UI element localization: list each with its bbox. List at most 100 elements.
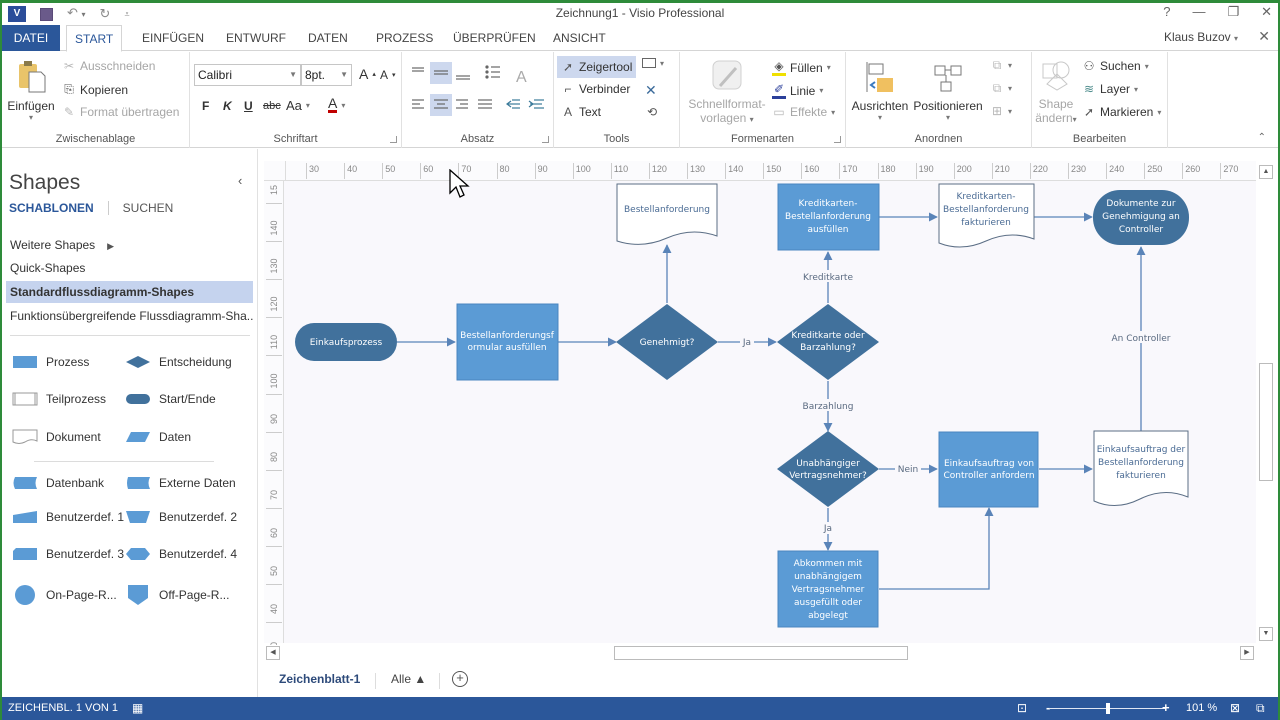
tab-start[interactable]: START: [66, 25, 123, 52]
strikethrough-button[interactable]: abc: [263, 100, 281, 112]
find-button[interactable]: ⚇ Suchen ▾: [1082, 59, 1149, 73]
collapse-ribbon-icon[interactable]: ⌃: [1258, 132, 1266, 143]
layers-icon: ≋: [1083, 82, 1095, 96]
tab-data[interactable]: DATEN: [300, 25, 356, 51]
tab-search[interactable]: SUCHEN: [123, 201, 174, 215]
master-decision[interactable]: Entscheidung: [125, 351, 243, 373]
tab-file[interactable]: DATEI: [2, 25, 60, 51]
vertical-scrollbar[interactable]: ▲ ▼: [1256, 161, 1276, 645]
master-on-page-reference[interactable]: On-Page-R...: [12, 584, 130, 606]
zoom-slider-thumb[interactable]: [1106, 703, 1110, 714]
scroll-left-button[interactable]: ◀: [266, 646, 280, 660]
paragraph-dialog-launcher[interactable]: [542, 136, 549, 143]
master-data[interactable]: Daten: [125, 426, 243, 448]
master-external-data[interactable]: Externe Daten: [125, 472, 243, 494]
connection-point-button[interactable]: ✕: [645, 82, 657, 99]
grow-font-button[interactable]: A ▴: [359, 66, 376, 82]
tab-view[interactable]: ANSICHT: [545, 25, 614, 51]
master-custom-2[interactable]: Benutzerdef. 2: [125, 506, 243, 528]
language-icon[interactable]: ▦: [132, 701, 143, 715]
master-subprocess[interactable]: Teilprozess: [12, 388, 130, 410]
tab-insert[interactable]: EINFÜGEN: [134, 25, 212, 51]
ruler-label: 100: [575, 164, 591, 174]
scroll-right-button[interactable]: ▶: [1240, 646, 1254, 660]
drawing-canvas[interactable]: Einkaufsprozess Bestellanforderungsf ormu…: [284, 181, 1256, 643]
underline-button[interactable]: U: [244, 99, 253, 113]
send-backward-button[interactable]: ⧉ ▾: [990, 81, 1012, 96]
close-document-button[interactable]: ✕: [1258, 28, 1270, 45]
master-terminator[interactable]: Start/Ende: [125, 388, 243, 410]
effects-button[interactable]: ▭ Effekte ▾: [772, 105, 835, 119]
switch-windows-icon[interactable]: ⧉: [1256, 701, 1265, 716]
bring-forward-button[interactable]: ⧉ ▾: [990, 58, 1012, 73]
font-dialog-launcher[interactable]: [390, 136, 397, 143]
ruler-tick: [266, 469, 282, 471]
all-pages-button[interactable]: Alle ▲: [391, 672, 426, 686]
scroll-up-button[interactable]: ▲: [1259, 165, 1273, 179]
horizontal-scrollbar[interactable]: ◀ ▶: [264, 645, 1256, 661]
page-tab-sheet-1[interactable]: Zeichenblatt-1: [279, 672, 360, 686]
node-start-label: Einkaufsprozess: [310, 338, 383, 348]
copy-button[interactable]: ⎘ Kopieren: [62, 82, 128, 97]
master-off-page-reference[interactable]: Off-Page-R...: [125, 584, 243, 606]
tab-stencils[interactable]: SCHABLONEN: [9, 201, 94, 215]
fit-page-icon[interactable]: ⊠: [1230, 701, 1240, 715]
tab-design[interactable]: ENTWURF: [218, 25, 294, 51]
master-document[interactable]: Dokument: [12, 426, 130, 448]
select-button[interactable]: ➚ Markieren ▾: [1082, 105, 1161, 119]
close-button[interactable]: ✕: [1261, 4, 1272, 20]
user-account[interactable]: Klaus Buzov ▾: [1164, 30, 1238, 44]
bold-button[interactable]: F: [202, 99, 209, 113]
text-block-button[interactable]: ⟲: [645, 105, 659, 119]
align-button[interactable]: Ausrichten ▾: [850, 60, 910, 122]
pointer-tool-button[interactable]: ➚ Zeigertool: [557, 56, 637, 78]
format-painter-button[interactable]: ✎ Format übertragen: [62, 105, 179, 119]
presentation-mode-icon[interactable]: ⊡: [1017, 701, 1027, 715]
collapse-panel-button[interactable]: ‹: [238, 173, 242, 188]
zoom-in-button[interactable]: +: [1162, 700, 1170, 715]
master-database[interactable]: Datenbank: [12, 472, 130, 494]
rectangle-tool-button[interactable]: ▾: [642, 58, 664, 68]
cut-button[interactable]: ✂ Ausschneiden: [62, 59, 155, 73]
tab-review[interactable]: ÜBERPRÜFEN: [445, 25, 544, 51]
paste-button[interactable]: Einfügen ▾: [6, 58, 56, 128]
zoom-percentage[interactable]: 101 %: [1186, 702, 1217, 714]
label-barzahlung: Barzahlung: [803, 402, 854, 412]
shrink-font-button[interactable]: A ▾: [380, 68, 396, 82]
master-custom-4[interactable]: Benutzerdef. 4: [125, 543, 243, 565]
vertical-scroll-thumb[interactable]: [1259, 363, 1273, 481]
line-button[interactable]: ✐ Linie ▾: [772, 82, 823, 99]
italic-button[interactable]: K: [223, 99, 232, 113]
horizontal-scroll-thumb[interactable]: [614, 646, 908, 660]
tab-process[interactable]: PROZESS: [368, 25, 441, 51]
change-case-button[interactable]: Aa ▾: [286, 98, 310, 113]
page-indicator[interactable]: ZEICHENBL. 1 VON 1: [8, 702, 118, 714]
ruler-tick: [610, 163, 612, 179]
stencil-basic-flowchart[interactable]: Standardflussdiagramm-Shapes: [6, 281, 253, 303]
shape-styles-dialog-launcher[interactable]: [834, 136, 841, 143]
fill-button[interactable]: ◈ Füllen ▾: [772, 59, 831, 76]
text-tool-button[interactable]: A Text: [561, 105, 601, 119]
paste-caret[interactable]: ▾: [6, 113, 56, 122]
group-button[interactable]: ⊞ ▾: [990, 104, 1012, 118]
add-page-button[interactable]: +: [452, 671, 468, 687]
font-color-button[interactable]: A ▾: [328, 96, 345, 113]
scroll-down-button[interactable]: ▼: [1259, 627, 1273, 641]
font-family-select[interactable]: Calibri ▼: [194, 64, 301, 86]
help-button[interactable]: ?: [1163, 4, 1170, 20]
change-shape-button[interactable]: Shape ändern▾: [1034, 58, 1078, 127]
font-size-select[interactable]: 8pt. ▼: [301, 64, 352, 86]
stencil-more-shapes[interactable]: Weitere Shapes ▶: [6, 234, 253, 256]
stencil-cross-functional[interactable]: Funktionsübergreifende Flussdiagramm-Sha…: [6, 305, 253, 327]
master-process[interactable]: Prozess: [12, 351, 130, 373]
restore-button[interactable]: ❐: [1227, 4, 1239, 20]
mouse-cursor-icon: [449, 169, 470, 198]
master-custom-3[interactable]: Benutzerdef. 3: [12, 543, 130, 565]
stencil-quick-shapes[interactable]: Quick-Shapes: [6, 257, 253, 279]
position-button[interactable]: Positionieren ▾: [912, 60, 984, 122]
layer-button[interactable]: ≋ Layer ▾: [1082, 82, 1138, 96]
minimize-button[interactable]: —: [1192, 4, 1205, 20]
connector-tool-button[interactable]: ⌐ Verbinder: [561, 82, 630, 96]
quick-styles-button[interactable]: Schnellformat- vorlagen ▾: [684, 58, 770, 127]
master-custom-1[interactable]: Benutzerdef. 1: [12, 506, 130, 528]
